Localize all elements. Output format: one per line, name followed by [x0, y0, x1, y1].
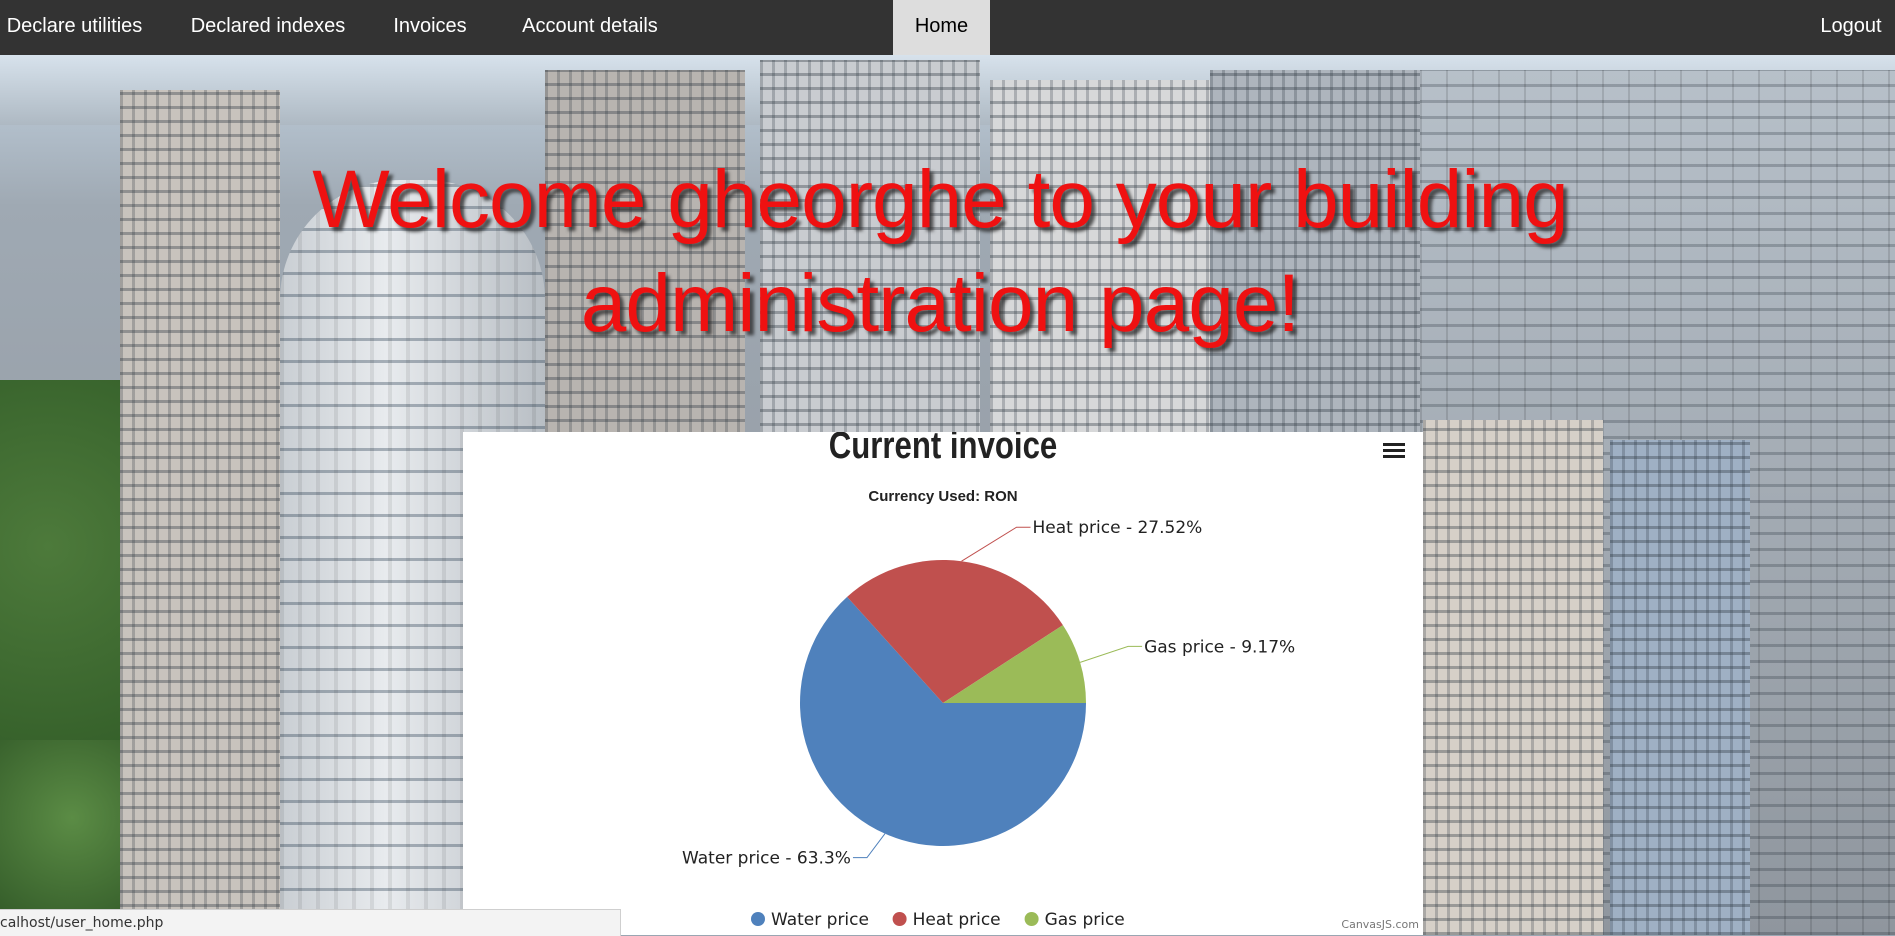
- welcome-line-2: administration page!: [580, 258, 1300, 349]
- nav-invoices[interactable]: Invoices: [390, 0, 470, 55]
- slice-leader-line: [1079, 645, 1143, 663]
- legend-item-water[interactable]: Water price: [751, 910, 869, 930]
- legend-marker: [751, 912, 765, 926]
- chart-credit[interactable]: CanvasJS.com: [1341, 918, 1419, 931]
- browser-status-bar: calhost/user_home.php: [0, 909, 621, 936]
- nav-logout[interactable]: Logout: [1810, 0, 1892, 55]
- hamburger-menu-icon[interactable]: [1383, 440, 1405, 460]
- legend-label: Water price: [771, 910, 869, 930]
- nav-declared-indexes[interactable]: Declared indexes: [186, 0, 350, 55]
- invoice-pie-chart: Current invoice Currency Used: RON Water…: [682, 432, 1295, 930]
- status-url: calhost/user_home.php: [0, 915, 164, 931]
- slice-label-water: Water price - 63.3%: [682, 849, 851, 869]
- chart-title: Current invoice: [829, 432, 1057, 467]
- slice-label-heat: Heat price - 27.52%: [1033, 518, 1203, 538]
- legend-item-heat[interactable]: Heat price: [892, 910, 1001, 930]
- top-navigation-bar: Declare utilities Declared indexes Invoi…: [0, 0, 1895, 55]
- legend-label: Gas price: [1045, 910, 1125, 930]
- slice-leader-line: [961, 526, 1031, 562]
- chart-subtitle: Currency Used: RON: [868, 488, 1017, 505]
- welcome-heading: Welcome gheorghe to your building admini…: [180, 148, 1700, 356]
- slice-leader-line: [852, 833, 886, 859]
- legend-label: Heat price: [913, 910, 1001, 930]
- slice-label-gas: Gas price - 9.17%: [1144, 637, 1295, 657]
- legend-marker: [892, 912, 907, 926]
- nav-account-details[interactable]: Account details: [508, 0, 672, 55]
- legend-item-gas[interactable]: Gas price: [1024, 910, 1125, 930]
- nav-home[interactable]: Home: [893, 0, 990, 55]
- nav-declare-utilities[interactable]: Declare utilities: [2, 0, 147, 55]
- welcome-line-1: Welcome gheorghe to your building: [312, 154, 1568, 245]
- legend-marker: [1024, 912, 1039, 926]
- invoice-chart-panel: Current invoice Currency Used: RON Water…: [463, 432, 1423, 935]
